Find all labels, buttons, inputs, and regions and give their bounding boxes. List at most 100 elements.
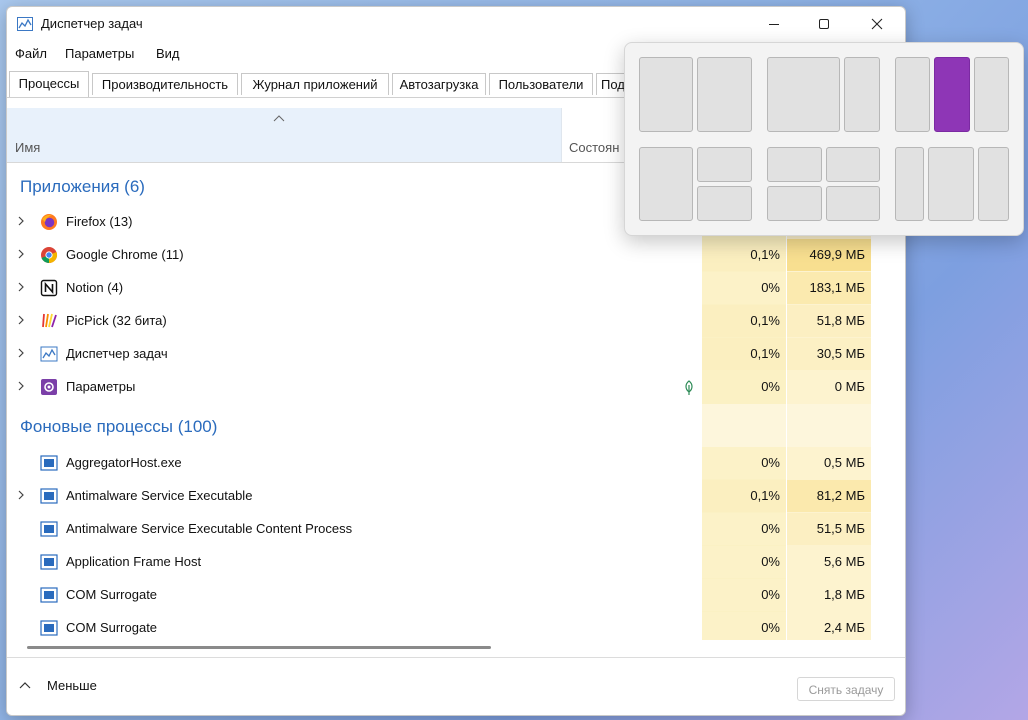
end-task-button[interactable]: Снять задачу [797,677,895,701]
snap-zone[interactable] [697,57,752,132]
chevron-right-icon[interactable] [17,248,25,260]
tab-users[interactable]: Пользователи [489,73,593,95]
process-row[interactable]: Notion (4) 0% 183,1 МБ [7,272,905,304]
memory-value: 5,6 МБ [823,554,865,569]
suspended-leaf-icon [685,380,693,395]
process-row[interactable]: Параметры 0% 0 МБ [7,371,905,403]
menu-file[interactable]: Файл [15,46,47,61]
snap-zone[interactable] [639,147,693,221]
tab-app-history[interactable]: Журнал приложений [241,73,389,95]
cpu-cell-bg [702,404,786,450]
process-icon [40,521,58,537]
process-name: Параметры [66,379,136,394]
process-row[interactable]: PicPick (32 бита) 0,1% 51,8 МБ [7,305,905,337]
chevron-up-icon [19,682,31,689]
cpu-value: 0% [761,620,780,635]
process-name: COM Surrogate [66,587,158,602]
chevron-right-icon[interactable] [17,281,25,293]
memory-value: 1,8 МБ [823,587,865,602]
process-name: Firefox (13) [66,214,133,229]
sort-up-icon [273,115,285,122]
process-name: Google Chrome (11) [66,247,184,262]
notion-icon [40,279,58,297]
menu-options[interactable]: Параметры [65,46,134,61]
memory-value: 51,5 МБ [816,521,865,536]
memory-value: 0 МБ [834,379,865,394]
horizontal-scrollbar[interactable] [27,646,491,649]
snap-zone[interactable] [826,147,880,182]
process-row[interactable]: AggregatorHost.exe 0% 0,5 МБ [7,447,905,479]
process-icon [40,587,58,603]
process-name: Диспетчер задач [66,346,168,361]
snap-zone[interactable] [639,57,693,132]
cpu-value: 0% [761,521,780,536]
snap-zone-selected[interactable] [934,57,970,132]
process-icon [40,455,58,471]
snap-zone[interactable] [844,57,880,132]
menu-view[interactable]: Вид [156,46,180,61]
process-row[interactable]: Диспетчер задач 0,1% 30,5 МБ [7,338,905,370]
close-icon [871,18,883,30]
snap-zone[interactable] [767,57,840,132]
task-manager-app-icon [17,17,33,31]
minimize-button[interactable] [749,7,799,41]
process-name: PicPick (32 бита) [66,313,167,328]
chevron-right-icon[interactable] [17,215,25,227]
status-column-header[interactable]: Состоян [569,140,619,155]
process-icon [40,488,58,504]
chevron-right-icon[interactable] [17,347,25,359]
group-apps[interactable]: Приложения (6) [20,177,145,197]
minimize-icon [769,24,779,25]
cpu-value: 0,1% [750,488,780,503]
process-name: Antimalware Service Executable [66,488,253,503]
snap-zone[interactable] [697,186,752,221]
snap-layouts-flyout [624,42,1024,236]
title-bar[interactable]: Диспетчер задач [7,7,905,43]
footer-bar: Меньше Снять задачу [7,657,905,715]
close-button[interactable] [852,7,902,41]
cpu-value: 0,1% [750,247,780,262]
chevron-right-icon[interactable] [17,314,25,326]
memory-value: 0,5 МБ [823,455,865,470]
tab-performance[interactable]: Производительность [92,73,238,95]
snap-zone[interactable] [697,147,752,182]
window-title: Диспетчер задач [41,16,143,31]
process-row[interactable]: COM Surrogate 0% 1,8 МБ [7,579,905,611]
process-row[interactable]: COM Surrogate 0% 2,4 МБ [7,612,905,640]
snap-zone[interactable] [895,147,924,221]
settings-app-icon [41,379,57,395]
process-row[interactable]: Antimalware Service Executable 0,1% 81,2… [7,480,905,512]
picpick-icon [42,313,57,328]
chevron-right-icon[interactable] [17,489,25,501]
name-column-header[interactable]: Имя [7,108,562,162]
process-name: Antimalware Service Executable Content P… [66,521,353,536]
memory-value: 81,2 МБ [816,488,865,503]
snap-zone[interactable] [767,186,822,221]
tab-processes[interactable]: Процессы [9,71,89,97]
maximize-button[interactable] [799,7,849,41]
memory-value: 51,8 МБ [816,313,865,328]
snap-zone[interactable] [974,57,1009,132]
snap-zone[interactable] [767,147,822,182]
snap-zone[interactable] [978,147,1009,221]
chrome-icon [41,247,58,264]
snap-zone[interactable] [928,147,974,221]
snap-zone[interactable] [895,57,930,132]
maximize-icon [819,19,829,29]
process-row[interactable]: Google Chrome (11) 0,1% 469,9 МБ [7,239,905,271]
chevron-right-icon[interactable] [17,380,25,392]
fewer-details-label: Меньше [47,678,97,693]
cpu-value: 0,1% [750,346,780,361]
process-row[interactable]: Antimalware Service Executable Content P… [7,513,905,545]
tab-startup[interactable]: Автозагрузка [392,73,486,95]
snap-zone[interactable] [826,186,880,221]
task-manager-icon [40,346,58,362]
process-name: AggregatorHost.exe [66,455,182,470]
cpu-value: 0,1% [750,313,780,328]
process-row[interactable]: Application Frame Host 0% 5,6 МБ [7,546,905,578]
group-background[interactable]: Фоновые процессы (100) [20,417,217,437]
cpu-value: 0% [761,455,780,470]
process-name: Application Frame Host [66,554,202,569]
cpu-value: 0% [761,554,780,569]
cpu-value: 0% [761,587,780,602]
